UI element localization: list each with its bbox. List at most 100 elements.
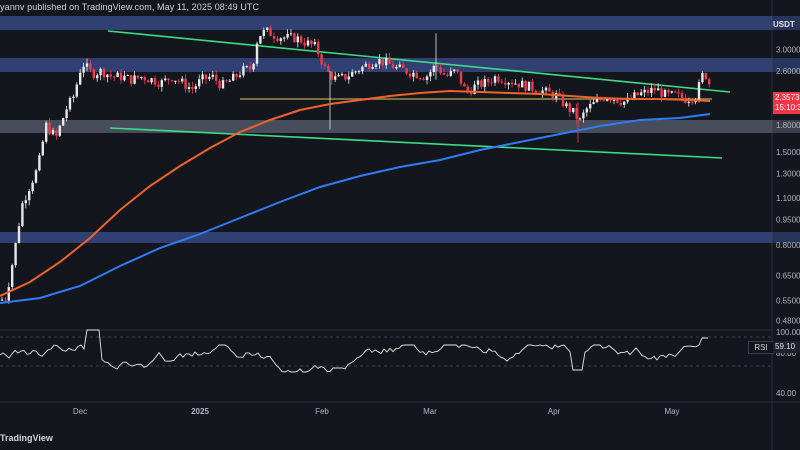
price-tick-label: 0.8000 <box>776 241 800 250</box>
candle-body <box>663 89 667 97</box>
candle-body <box>548 87 551 92</box>
candle-body <box>344 73 347 80</box>
candle-body <box>191 87 194 90</box>
currency-label[interactable]: USDT <box>773 20 795 29</box>
candle-body <box>55 130 58 136</box>
candle-body <box>595 98 599 103</box>
candle-body <box>157 84 160 87</box>
candle-countdown: 15:10:3 <box>775 103 800 112</box>
candle-body <box>48 122 51 135</box>
candle-body <box>228 80 231 82</box>
candle-body <box>419 78 422 80</box>
candle-body <box>422 78 425 81</box>
candle-body <box>85 63 89 67</box>
candle-body <box>589 104 592 109</box>
time-tick-label: 2025 <box>191 407 209 416</box>
candle-body <box>544 87 548 91</box>
candle-body <box>323 64 327 67</box>
price-tick-label: 0.4800 <box>776 316 800 325</box>
price-tick-label: 0.6500 <box>776 272 800 281</box>
candle-body <box>619 102 622 105</box>
candle-body <box>310 40 313 45</box>
candle-body <box>31 182 34 192</box>
candle-body <box>640 92 643 96</box>
candle-body <box>204 74 208 80</box>
candle-body <box>351 71 354 77</box>
candle-body <box>28 191 31 201</box>
candle-body <box>667 89 670 93</box>
time-tick-label: Dec <box>73 407 87 416</box>
candle-body <box>507 83 510 85</box>
candle-body <box>194 86 197 90</box>
price-tick-label: 0.5500 <box>776 296 800 305</box>
candle-body <box>272 36 276 39</box>
candle-body <box>429 72 432 77</box>
candle-body <box>378 59 381 65</box>
time-tick-label: Feb <box>315 407 329 416</box>
candle-body <box>575 108 578 119</box>
candle-body <box>633 92 636 99</box>
rsi-tick-label: 40.00 <box>776 389 797 398</box>
candle-body <box>456 69 459 72</box>
candle-body <box>317 41 320 55</box>
candle-body <box>62 118 65 126</box>
candle-body <box>337 75 340 77</box>
candle-body <box>238 75 242 77</box>
candle-body <box>218 81 221 89</box>
price-chart[interactable]: 3.0000 2.6000 1.8000 1.5000 1.3000 1.1000 0.95… <box>0 0 800 450</box>
candle-body <box>412 72 415 77</box>
candle-body <box>45 122 48 142</box>
candle-body <box>198 79 201 87</box>
candle-body <box>385 57 388 66</box>
candle-body <box>153 78 157 85</box>
candle-body <box>657 88 660 91</box>
time-tick-label: Mar <box>423 407 437 416</box>
candle-body <box>38 155 41 171</box>
candle-body <box>113 76 116 78</box>
candle-body <box>109 74 112 77</box>
candle-body <box>650 87 653 94</box>
candle-body <box>140 76 143 78</box>
candle-body <box>612 99 616 101</box>
time-tick-label: Apr <box>548 407 561 416</box>
candle-body <box>136 75 140 78</box>
candle-body <box>133 75 136 84</box>
resistance-zone-top <box>0 16 772 30</box>
candle-body <box>147 80 150 83</box>
candle-body <box>24 200 27 204</box>
tradingview-brand: TradingView <box>0 433 53 443</box>
candle-body <box>279 38 282 41</box>
candle-body <box>521 80 524 88</box>
candle-body <box>708 79 711 85</box>
candle-body <box>415 72 418 79</box>
candle-body <box>14 242 17 266</box>
candle-body <box>306 40 310 46</box>
candle-body <box>368 63 371 69</box>
candle-body <box>361 66 364 72</box>
candle-body <box>697 82 701 100</box>
candle-body <box>691 101 694 103</box>
candle-body <box>184 78 187 89</box>
candle-body <box>565 103 568 107</box>
candle-body <box>75 84 78 97</box>
candle-body <box>123 75 126 81</box>
candle-body <box>381 59 384 66</box>
support-zone-lower <box>0 232 772 243</box>
candle-body <box>143 76 146 81</box>
candle-body <box>364 63 367 67</box>
candle-body <box>408 73 412 77</box>
candle-body <box>242 66 245 76</box>
candle-body <box>459 71 463 84</box>
candle-body <box>357 71 361 73</box>
candle-body <box>527 81 531 91</box>
candle-body <box>7 287 10 301</box>
candle-body <box>476 80 480 85</box>
candle-body <box>568 103 571 113</box>
rsi-indicator-label[interactable]: RSI <box>748 341 774 354</box>
candle-body <box>82 66 85 73</box>
candle-body <box>249 66 252 70</box>
candle-body <box>126 75 129 77</box>
candle-body <box>269 27 272 37</box>
candle-body <box>300 36 303 43</box>
price-tick-label: 1.8000 <box>776 121 800 130</box>
